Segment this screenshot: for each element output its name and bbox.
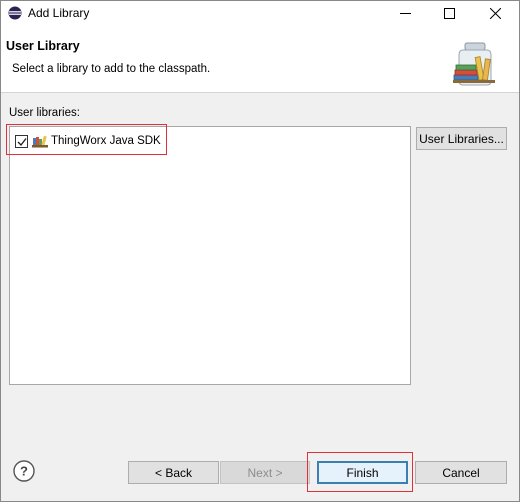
close-button[interactable] [473,1,517,27]
minimize-button[interactable] [383,1,427,27]
list-item[interactable]: ThingWorx Java SDK [15,133,161,149]
library-jar-icon [453,42,495,86]
user-libraries-button[interactable]: User Libraries... [416,127,507,150]
minimize-icon [400,13,411,14]
maximize-icon [444,8,455,19]
title-bar: Add Library [1,1,519,27]
cancel-button[interactable]: Cancel [415,461,507,484]
user-libraries-list[interactable]: ThingWorx Java SDK [9,126,411,385]
next-button[interactable]: Next > [220,461,310,484]
maximize-button[interactable] [427,1,471,27]
dialog-header: User Library Select a library to add to … [1,27,519,93]
add-library-dialog: Add Library User Library Select a librar… [0,0,520,502]
help-icon[interactable]: ? [13,460,35,482]
page-description: Select a library to add to the classpath… [12,63,211,75]
library-checkbox[interactable] [15,134,28,148]
window-title: Add Library [28,6,90,20]
finish-button[interactable]: Finish [317,461,408,484]
eclipse-icon [8,6,22,20]
back-button[interactable]: < Back [128,461,219,484]
close-icon [490,8,501,19]
page-title: User Library [6,39,80,53]
check-icon [17,137,27,146]
library-label: ThingWorx Java SDK [51,135,161,147]
svg-text:?: ? [20,464,28,479]
library-books-icon [32,135,48,147]
user-libraries-label: User libraries: [9,107,80,119]
